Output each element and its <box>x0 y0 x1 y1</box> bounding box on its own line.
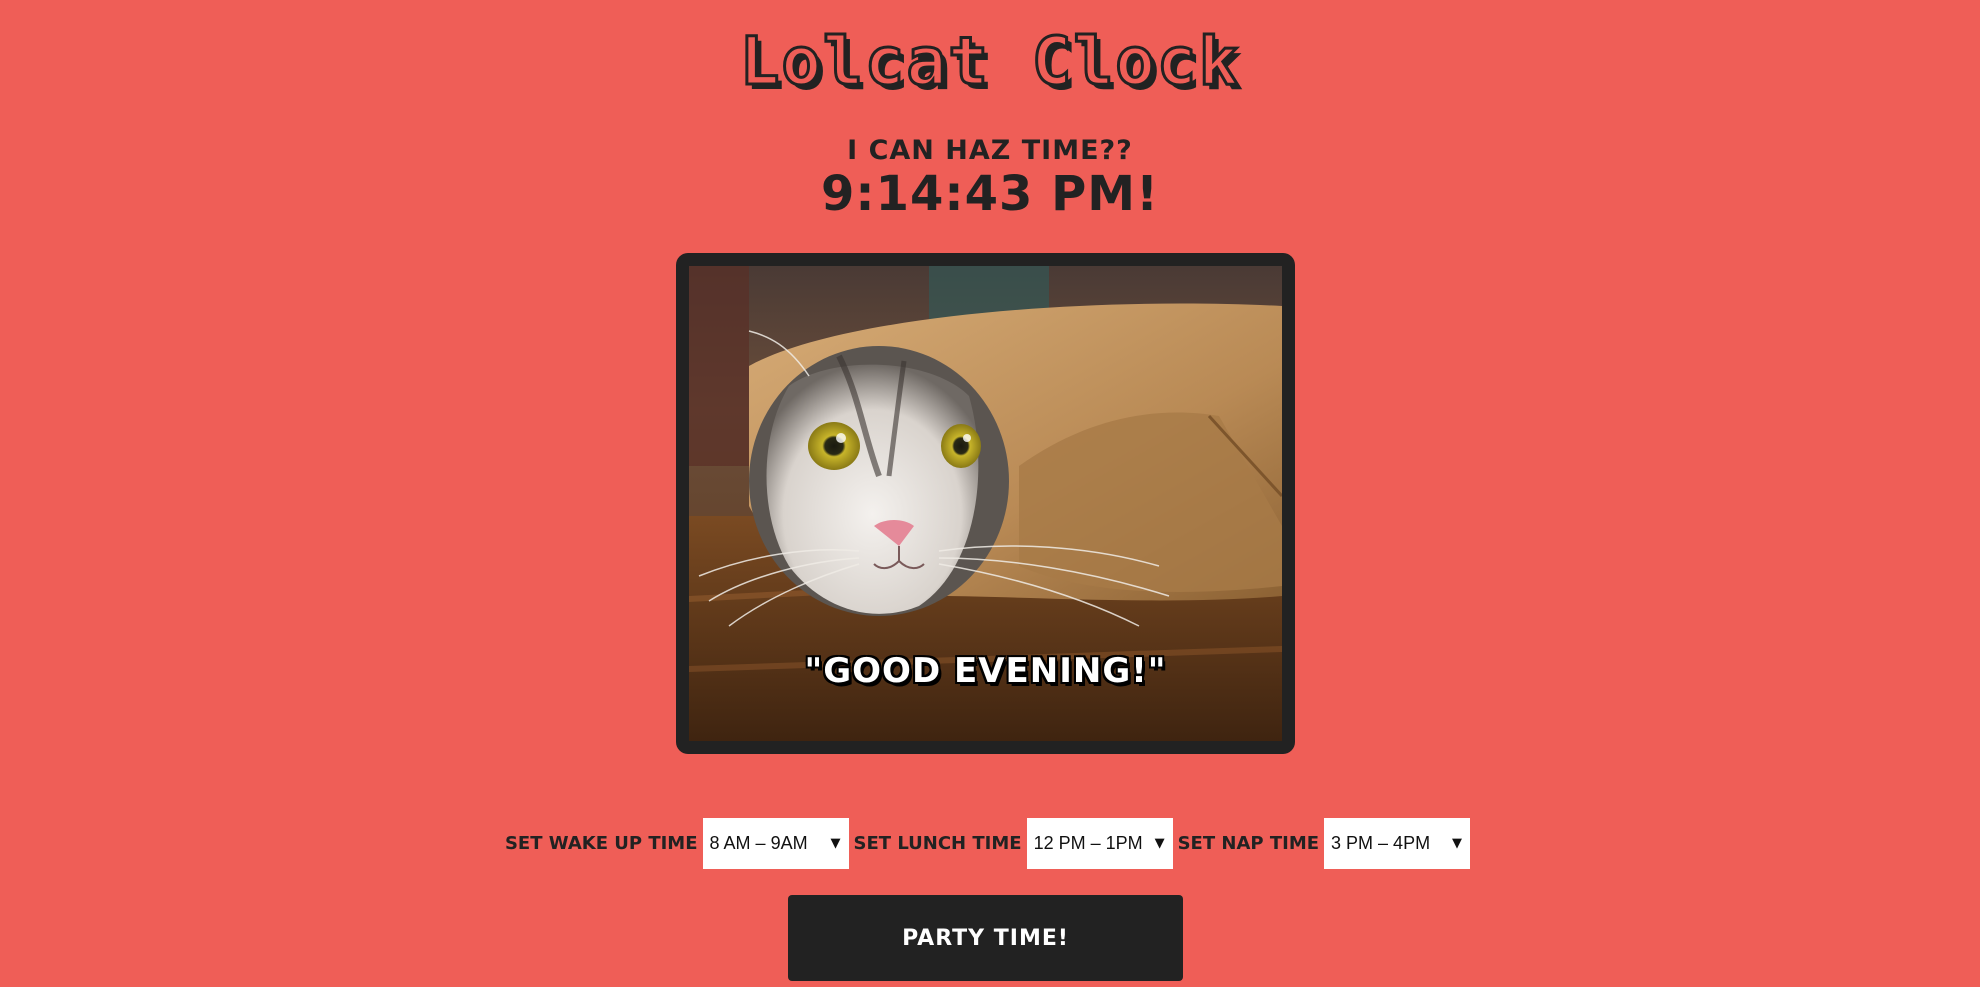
lolcat-photo-frame: "GOOD EVENING!" <box>676 253 1295 754</box>
nap-time-value: 3 PM – 4PM <box>1331 832 1431 853</box>
photo-caption: "GOOD EVENING!" <box>804 651 1167 691</box>
nap-time-label: Set Nap Time <box>1177 832 1320 854</box>
wake-up-time-label: Set Wake Up Time <box>504 832 698 854</box>
page-title: Lolcat Clock <box>738 22 1241 102</box>
clock-time: 9:14:43 PM! <box>821 166 1159 222</box>
wake-up-time-value: 8 AM – 9AM <box>709 832 808 853</box>
triangle-down-icon: ▼ <box>1154 835 1165 851</box>
lunch-time-label: Set Lunch Time <box>853 832 1022 854</box>
nap-time-select[interactable]: 3 PM – 4PM ▼ <box>1324 817 1471 869</box>
lolcat-photo: "GOOD EVENING!" <box>689 266 1282 741</box>
lunch-time-value: 12 PM – 1PM <box>1033 832 1143 853</box>
triangle-down-icon: ▼ <box>830 835 841 851</box>
triangle-down-icon: ▼ <box>1452 835 1463 851</box>
clock-subtitle: I can haz time?? <box>847 135 1133 166</box>
party-time-button[interactable]: Party Time! <box>788 895 1183 981</box>
wake-up-time-select[interactable]: 8 AM – 9AM ▼ <box>702 817 849 869</box>
lunch-time-select[interactable]: 12 PM – 1PM ▼ <box>1026 817 1173 869</box>
time-settings-bar: Set Wake Up Time 8 AM – 9AM ▼ Set Lunch … <box>0 817 1980 869</box>
